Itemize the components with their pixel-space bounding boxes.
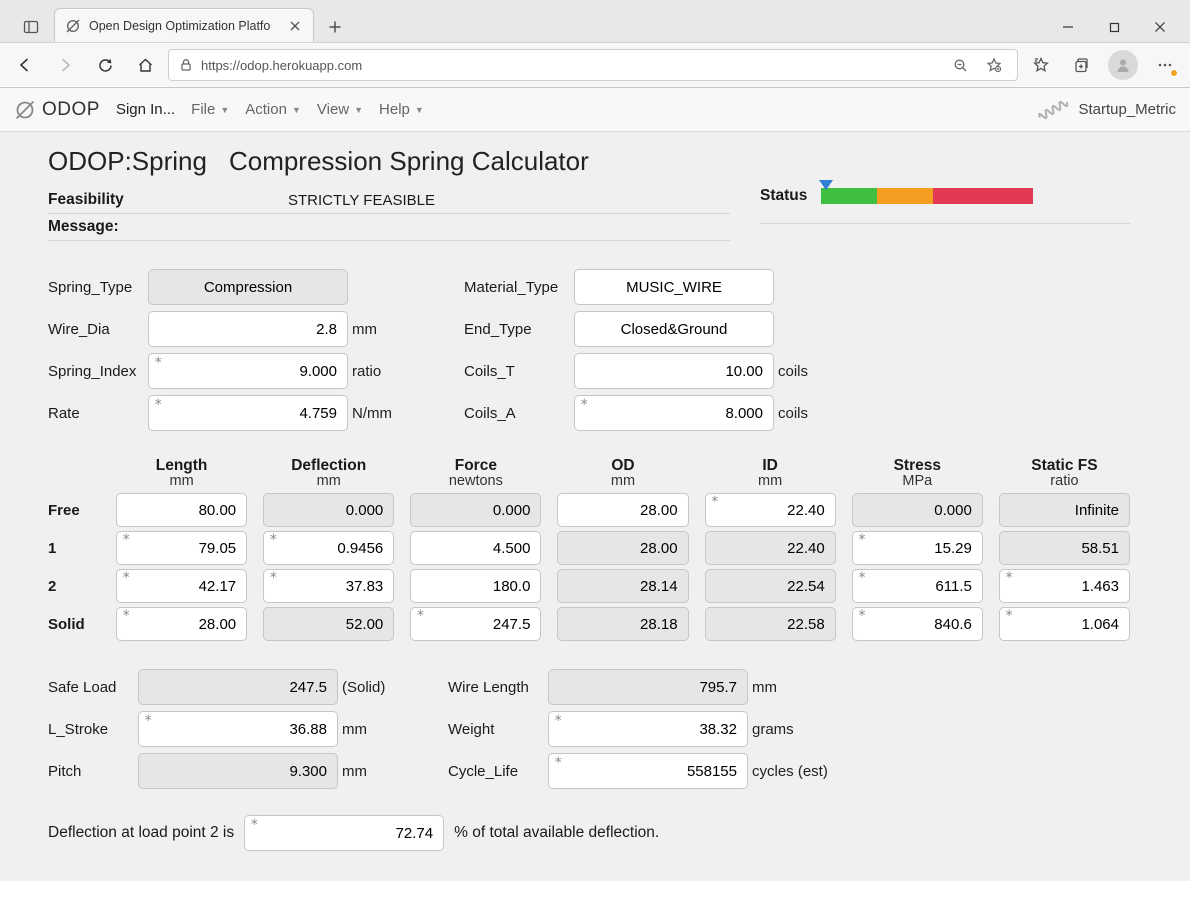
startup-design[interactable]: Startup_Metric (1036, 101, 1176, 119)
caret-icon: ▼ (415, 105, 424, 115)
lock-icon (179, 58, 193, 72)
home-button[interactable] (128, 49, 162, 81)
more-button[interactable] (1148, 49, 1182, 81)
browser-chrome: Open Design Optimization Platfo https://… (0, 0, 1190, 88)
maximize-button[interactable] (1092, 12, 1136, 42)
table-row-1: 1 * * * (48, 531, 1130, 565)
close-window-button[interactable] (1138, 12, 1182, 42)
caret-icon: ▼ (292, 105, 301, 115)
weight-field[interactable]: * (548, 711, 748, 747)
help-menu[interactable]: Help▼ (379, 101, 424, 118)
safe-load-field (138, 669, 338, 705)
results-table: Lengthmm Deflectionmm Forcenewtons ODmm … (48, 457, 1130, 641)
brand[interactable]: ODOP (14, 99, 100, 121)
coils-a-field[interactable]: * (574, 395, 774, 431)
favicon-odop (65, 18, 81, 34)
browser-toolbar: https://odop.herokuapp.com (0, 42, 1190, 87)
deflection-pct-field[interactable]: * (244, 815, 444, 851)
caret-icon: ▼ (354, 105, 363, 115)
end-type-field[interactable] (574, 311, 774, 347)
file-menu[interactable]: File▼ (191, 101, 229, 118)
new-tab-button[interactable] (320, 12, 350, 42)
pitch-field (138, 753, 338, 789)
coils-t-field[interactable] (574, 353, 774, 389)
deflection-sentence: Deflection at load point 2 is * % of tot… (48, 815, 1130, 851)
lstroke-field[interactable]: * (138, 711, 338, 747)
favorites-button[interactable] (1024, 49, 1058, 81)
brand-icon (14, 99, 36, 121)
favorite-icon[interactable] (981, 57, 1007, 73)
feasibility-value: STRICTLY FEASIBLE (288, 192, 435, 209)
browser-tab[interactable]: Open Design Optimization Platfo (54, 8, 314, 42)
feasibility-row: Feasibility STRICTLY FEASIBLE (48, 191, 730, 209)
url-text: https://odop.herokuapp.com (201, 58, 939, 73)
table-row-free: Free * (48, 493, 1130, 527)
status-bar (821, 188, 1033, 204)
minimize-button[interactable] (1046, 12, 1090, 42)
app-navbar: ODOP Sign In... File▼ Action▼ View▼ Help… (0, 88, 1190, 132)
titlebar: Open Design Optimization Platfo (0, 0, 1190, 42)
forward-button[interactable] (48, 49, 82, 81)
spring-type-field (148, 269, 348, 305)
collections-button[interactable] (1064, 49, 1098, 81)
parameter-grid: Spring_Type Material_Type Wire_Dia mm En… (48, 269, 1130, 431)
refresh-button[interactable] (88, 49, 122, 81)
summary-grid: Safe Load (Solid) Wire Length mm L_Strok… (48, 669, 1130, 789)
tab-title: Open Design Optimization Platfo (89, 19, 279, 33)
window-controls (1046, 12, 1182, 42)
notification-badge (1170, 69, 1178, 77)
startup-label: Startup_Metric (1078, 101, 1176, 118)
brand-text: ODOP (42, 99, 100, 121)
wire-dia-field[interactable] (148, 311, 348, 347)
app: ODOP Sign In... File▼ Action▼ View▼ Help… (0, 88, 1190, 881)
back-button[interactable] (8, 49, 42, 81)
tabstrip: Open Design Optimization Platfo (54, 8, 1046, 42)
spring-index-field[interactable]: * (148, 353, 348, 389)
page-title: ODOP:Spring Compression Spring Calculato… (48, 146, 1130, 177)
view-menu[interactable]: View▼ (317, 101, 363, 118)
tab-actions-button[interactable] (16, 12, 46, 42)
spring-icon (1034, 93, 1072, 126)
message-row: Message: (48, 218, 730, 236)
status-marker (819, 180, 833, 190)
profile-button[interactable] (1108, 50, 1138, 80)
table-row-solid: Solid * * * * (48, 607, 1130, 641)
signin-link[interactable]: Sign In... (116, 101, 175, 118)
wire-length-field (548, 669, 748, 705)
address-bar[interactable]: https://odop.herokuapp.com (168, 49, 1018, 81)
zoom-icon[interactable] (947, 58, 973, 73)
action-menu[interactable]: Action▼ (245, 101, 301, 118)
page-content: ODOP:Spring Compression Spring Calculato… (0, 132, 1150, 881)
close-icon[interactable] (287, 18, 303, 34)
caret-icon: ▼ (220, 105, 229, 115)
rate-field[interactable]: * (148, 395, 348, 431)
table-row-2: 2 * * * * (48, 569, 1130, 603)
cycle-life-field[interactable]: * (548, 753, 748, 789)
material-type-field[interactable] (574, 269, 774, 305)
status-box: Status (760, 187, 1130, 205)
